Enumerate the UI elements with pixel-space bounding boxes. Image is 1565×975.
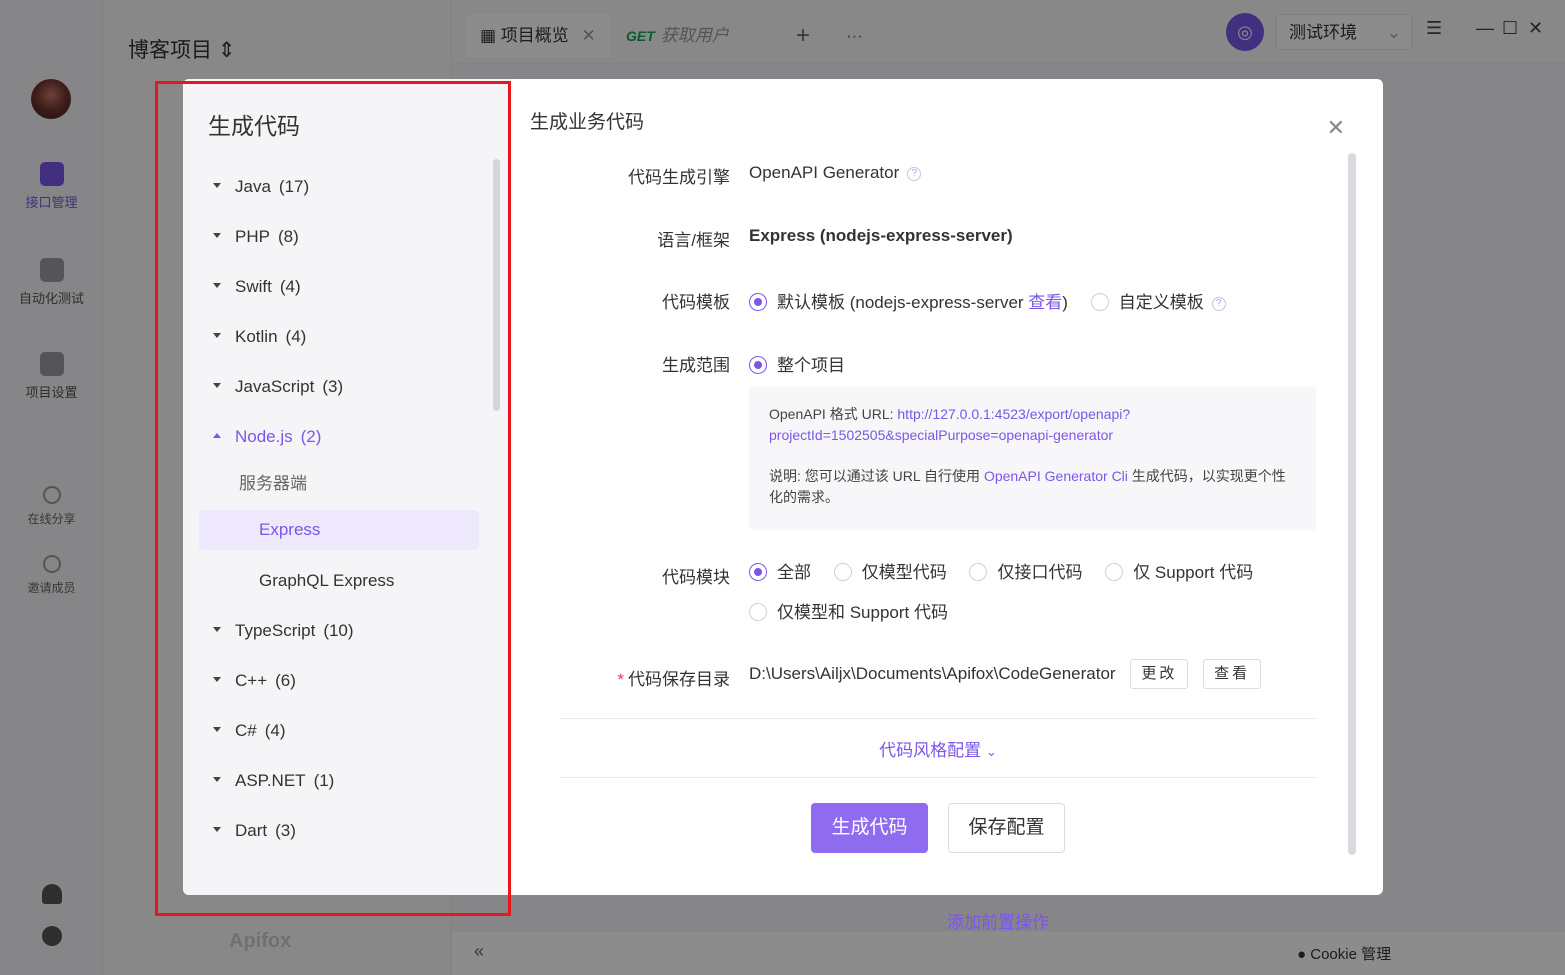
divider <box>560 718 1316 719</box>
scope-radio[interactable]: 整个项目 <box>749 351 845 376</box>
save-config-button[interactable]: 保存配置 <box>948 803 1065 853</box>
tree-scrollbar[interactable] <box>493 159 500 411</box>
engine-value: OpenAPI Generator? <box>749 163 922 183</box>
form-scrollbar[interactable] <box>1348 153 1356 855</box>
dir-label: * 代码保存目录 <box>617 670 730 689</box>
generate-code-button[interactable]: 生成代码 <box>811 803 928 853</box>
tree-item-aspnet[interactable]: ASP.NET (1) <box>213 766 334 796</box>
caret-down-icon <box>213 677 221 683</box>
caret-down-icon <box>213 233 221 239</box>
tree-item-typescript[interactable]: TypeScript (10) <box>213 616 354 646</box>
dir-row: D:\Users\Ailjx\Documents\Apifox\CodeGene… <box>749 659 1262 689</box>
template-custom-radio[interactable]: 自定义模板? <box>1090 288 1226 313</box>
dir-change-button[interactable]: 更改 <box>1130 659 1189 689</box>
module-model-support-radio[interactable]: 仅模型和 Support 代码 <box>749 593 948 633</box>
close-icon[interactable]: ✕ <box>1327 115 1345 141</box>
lang-value: Express (nodejs-express-server) <box>749 226 1013 245</box>
code-style-config-toggle[interactable]: 代码风格配置 ⌄ <box>560 736 1316 761</box>
module-options: 全部 仅模型代码 仅接口代码 仅 Support 代码 仅模型和 Support… <box>749 553 1319 633</box>
scope-label: 生成范围 <box>662 356 730 375</box>
chevron-down-icon: ⌄ <box>985 744 997 759</box>
lang-label: 语言/框架 <box>657 231 730 250</box>
tree-item-swift[interactable]: Swift (4) <box>213 272 301 302</box>
caret-down-icon <box>213 827 221 833</box>
language-tree: 生成代码 Java (17) PHP (8) Swift (4) Kotlin (4) … <box>183 79 510 895</box>
form-title: 生成业务代码 <box>530 112 645 133</box>
openapi-info-box: OpenAPI 格式 URL: http://127.0.0.1:4523/ex… <box>749 386 1316 530</box>
generate-code-modal: 生成代码 Java (17) PHP (8) Swift (4) Kotlin (4) … <box>183 79 1383 895</box>
help-icon: ? <box>1211 296 1226 311</box>
dir-view-button[interactable]: 查看 <box>1203 659 1262 689</box>
tree-item-csharp[interactable]: C# (4) <box>213 716 286 746</box>
add-pre-op-link[interactable]: 添加前置操作 <box>947 908 1049 933</box>
template-options: 默认模板 (nodejs-express-server 查看) 自定义模板? <box>749 288 1244 313</box>
generate-form: 生成业务代码 ✕ 代码生成引擎 OpenAPI Generator? 语言/框架… <box>510 79 1383 895</box>
tree-item-graphql-express[interactable]: GraphQL Express <box>259 566 394 596</box>
caret-down-icon <box>213 283 221 289</box>
engine-label: 代码生成引擎 <box>628 168 730 187</box>
tree-title: 生成代码 <box>208 113 300 139</box>
generator-cli-link[interactable]: OpenAPI Generator Cli <box>984 468 1128 484</box>
tree-group-server: 服务器端 <box>239 474 307 493</box>
caret-down-icon <box>213 333 221 339</box>
tree-item-nodejs[interactable]: Node.js (2) <box>213 422 321 452</box>
module-support-radio[interactable]: 仅 Support 代码 <box>1105 553 1253 593</box>
template-default-radio[interactable]: 默认模板 (nodejs-express-server 查看) <box>749 288 1068 313</box>
caret-down-icon <box>213 727 221 733</box>
caret-up-icon <box>213 433 221 439</box>
help-icon: ? <box>907 166 922 181</box>
tree-item-java[interactable]: Java (17) <box>213 172 309 202</box>
module-model-radio[interactable]: 仅模型代码 <box>833 553 947 593</box>
dir-value: D:\Users\Ailjx\Documents\Apifox\CodeGene… <box>749 664 1116 683</box>
caret-down-icon <box>213 777 221 783</box>
divider <box>560 777 1316 778</box>
tree-item-php[interactable]: PHP (8) <box>213 222 299 252</box>
tree-item-javascript[interactable]: JavaScript (3) <box>213 372 343 402</box>
module-api-radio[interactable]: 仅接口代码 <box>969 553 1082 593</box>
template-label: 代码模板 <box>662 293 730 312</box>
tree-item-dart[interactable]: Dart (3) <box>213 816 296 846</box>
caret-down-icon <box>213 183 221 189</box>
caret-down-icon <box>213 383 221 389</box>
tree-item-express[interactable]: Express <box>199 510 479 550</box>
module-label: 代码模块 <box>662 568 730 587</box>
module-all-radio[interactable]: 全部 <box>749 553 811 593</box>
template-view-link[interactable]: 查看 <box>1028 293 1062 312</box>
tree-item-cpp[interactable]: C++ (6) <box>213 666 296 696</box>
tree-item-kotlin[interactable]: Kotlin (4) <box>213 322 306 352</box>
caret-down-icon <box>213 627 221 633</box>
